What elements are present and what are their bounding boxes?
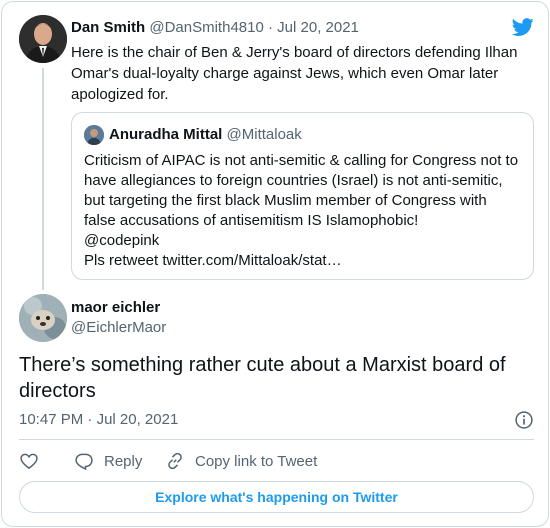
quoted-line-mention: @codepink [84, 232, 160, 249]
quoted-author-handle: @Mittaloak [226, 126, 302, 143]
embedded-tweet-card: Dan Smith @DanSmith4810 · Jul 20, 2021 H… [1, 1, 549, 527]
parent-author-handle[interactable]: @DanSmith4810 [149, 19, 263, 36]
info-icon[interactable] [514, 410, 534, 430]
heart-icon [20, 453, 38, 470]
quoted-tweet-text: Criticism of AIPAC is not anti-semitic &… [84, 151, 524, 271]
reply-button-label: Reply [104, 452, 143, 470]
quoted-tweet-header: Anuradha Mittal @Mittaloak [109, 125, 302, 145]
avatar-anuradha-mittal [84, 125, 104, 145]
avatar-dan-smith-image [19, 15, 67, 63]
quoted-line-link: Pls retweet twitter.com/Mittaloak/stat… [84, 252, 342, 269]
parent-tweet-text: Here is the chair of Ben & Jerry's board… [71, 44, 518, 103]
avatar-maor-eichler[interactable] [19, 294, 67, 342]
parent-author-name[interactable]: Dan Smith [71, 19, 145, 36]
quoted-line: false accusations of antisemitism IS Isl… [84, 212, 419, 229]
reply-date: Jul 20, 2021 [96, 411, 179, 428]
avatar-maor-eichler-image [19, 294, 67, 342]
quoted-tweet[interactable]: Anuradha Mittal @Mittaloak Criticism of … [71, 112, 534, 280]
speech-bubble-icon [75, 453, 93, 471]
thread-connector-line [42, 68, 44, 290]
explore-twitter-button[interactable]: Explore what's happening on Twitter [19, 481, 534, 513]
avatar-anuradha-mittal-image [84, 125, 104, 145]
parent-date[interactable]: Jul 20, 2021 [277, 19, 359, 36]
parent-separator: · [268, 19, 273, 36]
quoted-line: Criticism of AIPAC is not anti-semitic &… [84, 152, 519, 169]
reply-button[interactable]: Reply [74, 450, 142, 472]
reply-separator: · [87, 411, 93, 428]
like-button[interactable] [19, 450, 49, 472]
actions-divider [19, 439, 534, 440]
quoted-author-name: Anuradha Mittal [109, 126, 223, 143]
reply-author-handle[interactable]: @EichlerMaor [71, 318, 166, 338]
quoted-line: have allegiances to foreign countries (I… [84, 172, 503, 189]
copy-link-button[interactable]: Copy link to Tweet [165, 450, 317, 472]
twitter-bird-icon[interactable] [512, 16, 534, 38]
quoted-line: but targeting the first black Muslim mem… [84, 192, 487, 209]
reply-time: 10:47 PM [19, 411, 84, 428]
link-icon [168, 452, 182, 470]
reply-tweet-text: There’s something rather cute about a Ma… [19, 354, 506, 402]
reply-timestamp[interactable]: 10:47 PM · Jul 20, 2021 [19, 410, 178, 430]
avatar-dan-smith[interactable] [19, 15, 67, 63]
parent-tweet-header: Dan Smith @DanSmith4810 · Jul 20, 2021 [71, 18, 359, 38]
reply-author-name[interactable]: maor eichler [71, 298, 160, 318]
copy-link-label: Copy link to Tweet [195, 452, 318, 470]
